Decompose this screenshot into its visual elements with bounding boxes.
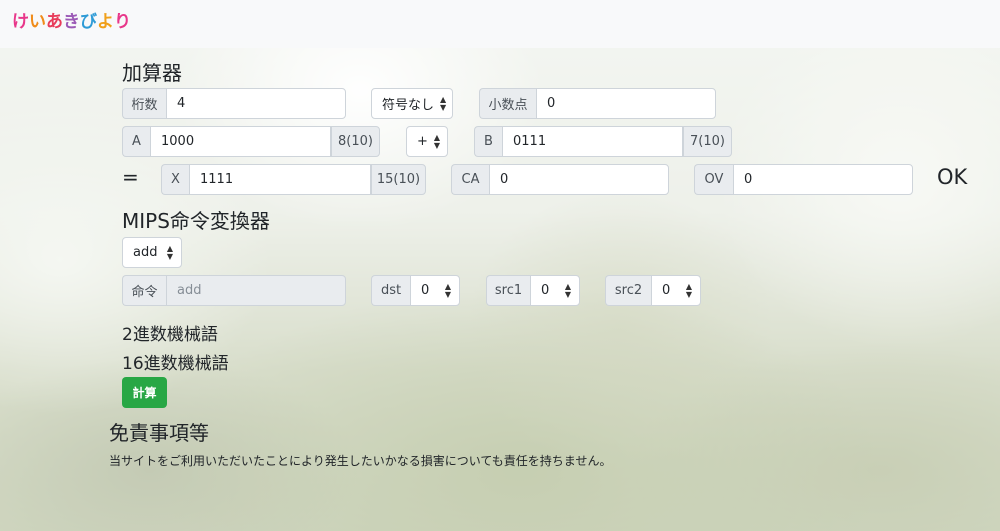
b-label: B	[474, 126, 502, 157]
sign-select-value: 符号なし	[382, 98, 435, 113]
ov-label: OV	[694, 164, 733, 195]
logo-char: よ	[97, 12, 114, 32]
ov-output[interactable]: 0	[733, 164, 913, 195]
dst-group: dst 0 ▲ ▼	[371, 275, 460, 306]
binary-machine-code-label: 2進数機械語	[122, 325, 218, 345]
dst-label: dst	[371, 275, 410, 306]
src1-select-value: 0	[541, 283, 550, 298]
status-text: OK	[937, 165, 968, 189]
navbar: けいあきびより	[0, 0, 1000, 48]
a-input[interactable]: 1000	[150, 126, 331, 157]
ca-group: CA 0	[451, 164, 669, 195]
logo-char: り	[114, 12, 131, 32]
b-input[interactable]: 0111	[502, 126, 683, 157]
dst-select[interactable]: 0 ▲ ▼	[410, 275, 460, 306]
src1-group: src1 0 ▲ ▼	[486, 275, 580, 306]
b-group: B 0111 7(10)	[474, 126, 732, 157]
select-caret-icon: ▲ ▼	[564, 281, 571, 299]
sign-select[interactable]: 符号なし ▲ ▼	[371, 88, 453, 119]
operator-value: +	[417, 134, 428, 149]
logo-char: け	[12, 12, 29, 32]
select-caret-icon: ▲ ▼	[166, 243, 173, 261]
operator-select[interactable]: + ▲ ▼	[406, 126, 448, 157]
ov-group: OV 0	[694, 164, 913, 195]
logo-char: き	[63, 12, 80, 32]
a-group: A 1000 8(10)	[122, 126, 380, 157]
disclaimer-title: 免責事項等	[109, 421, 209, 445]
command-group: 命令 add	[122, 275, 346, 306]
select-caret-icon: ▲ ▼	[433, 132, 441, 150]
decimal-label: 小数点	[479, 88, 536, 119]
ca-output[interactable]: 0	[489, 164, 669, 195]
command-label: 命令	[122, 275, 166, 306]
x-output[interactable]: 1111	[189, 164, 371, 195]
mips-title: MIPS命令変換器	[122, 209, 270, 233]
command-input: add	[166, 275, 346, 306]
adder-title: 加算器	[122, 61, 182, 85]
logo-char: あ	[46, 12, 63, 32]
digits-label: 桁数	[122, 88, 166, 119]
x-group: X 1111 15(10)	[161, 164, 426, 195]
b-decimal: 7(10)	[683, 126, 732, 157]
ca-label: CA	[451, 164, 489, 195]
decimal-input[interactable]: 0	[536, 88, 716, 119]
src2-select[interactable]: 0 ▲ ▼	[651, 275, 701, 306]
src2-label: src2	[605, 275, 651, 306]
logo-char: び	[80, 12, 97, 32]
select-caret-icon: ▲ ▼	[685, 281, 692, 299]
dst-select-value: 0	[421, 283, 430, 298]
instruction-select[interactable]: add ▲ ▼	[122, 237, 182, 268]
equals-sign: =	[122, 165, 139, 189]
a-decimal: 8(10)	[331, 126, 380, 157]
src1-label: src1	[486, 275, 530, 306]
logo-char: い	[29, 12, 46, 32]
select-caret-icon: ▲ ▼	[444, 281, 451, 299]
disclaimer-text: 当サイトをご利用いただいたことにより発生したいかなる損害についても責任を持ちませ…	[109, 454, 612, 468]
decimal-group: 小数点 0	[479, 88, 716, 119]
select-caret-icon: ▲ ▼	[440, 94, 447, 112]
hex-machine-code-label: 16進数機械語	[122, 354, 229, 374]
instruction-select-value: add	[133, 245, 158, 260]
calculate-button[interactable]: 計算	[122, 377, 167, 408]
x-label: X	[161, 164, 189, 195]
a-label: A	[122, 126, 150, 157]
digits-input[interactable]: 4	[166, 88, 346, 119]
src1-select[interactable]: 0 ▲ ▼	[530, 275, 580, 306]
x-decimal: 15(10)	[371, 164, 426, 195]
site-logo[interactable]: けいあきびより	[12, 7, 131, 32]
src2-select-value: 0	[662, 283, 671, 298]
digits-group: 桁数 4	[122, 88, 346, 119]
src2-group: src2 0 ▲ ▼	[605, 275, 701, 306]
